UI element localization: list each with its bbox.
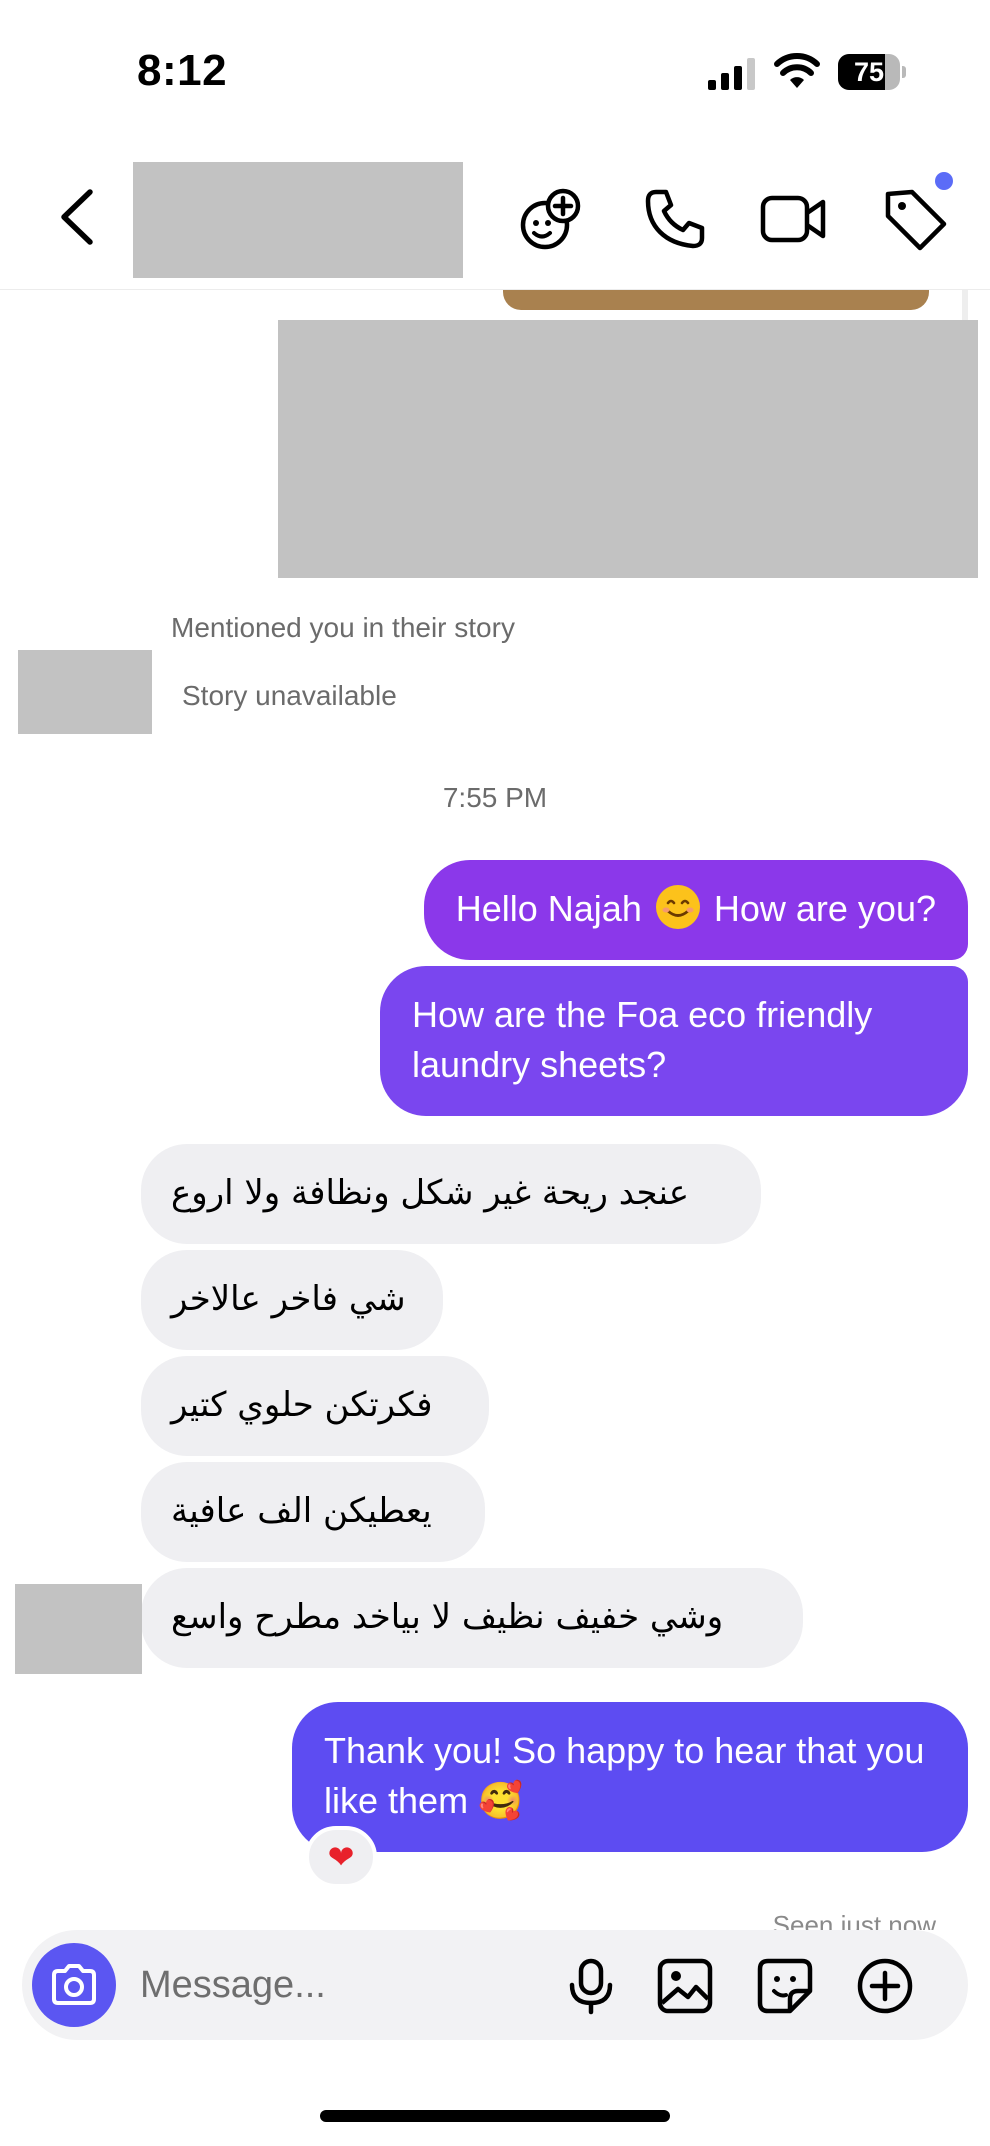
message-text: How are the Foa eco friendly laundry she… [412, 994, 873, 1085]
message-text: عنجد ريحة غير شكل ونظافة ولا اروع [171, 1173, 690, 1213]
wifi-icon [774, 53, 820, 88]
battery-body: 75 [838, 54, 900, 90]
message-text: شي فاخر عالاخر [171, 1279, 406, 1319]
outgoing-message[interactable]: Thank you! So happy to hear that you lik… [292, 1702, 968, 1852]
cellular-signal-icon [708, 58, 755, 90]
message-timestamp: 7:55 PM [442, 782, 548, 813]
camera-icon [52, 1964, 96, 2005]
message-composer [22, 1930, 968, 2040]
message-text: How are you? [713, 888, 936, 929]
video-camera-icon[interactable] [760, 186, 826, 252]
home-indicator [320, 2110, 670, 2122]
outgoing-message[interactable]: How are the Foa eco friendly laundry she… [380, 966, 968, 1116]
tag-icon[interactable] [882, 186, 948, 252]
notification-dot [935, 172, 953, 190]
sticker-icon[interactable] [756, 1957, 814, 2015]
incoming-message[interactable]: شي فاخر عالاخر [141, 1250, 443, 1350]
story-unavailable-label: Story unavailable [182, 680, 397, 711]
sender-avatar-redacted[interactable] [18, 650, 152, 734]
chat-header [0, 140, 990, 290]
chat-thread: Mentioned you in their story Story unava… [0, 290, 990, 1930]
smiling-face-with-hearts-icon: 🥰 [478, 1781, 523, 1822]
battery-indicator: 75 [838, 54, 906, 90]
incoming-message[interactable]: فكرتكن حلوي كتير [141, 1356, 489, 1456]
story-image-redacted[interactable] [278, 320, 978, 578]
status-bar: 8:12 75 [0, 0, 990, 140]
incoming-message[interactable]: عنجد ريحة غير شكل ونظافة ولا اروع [141, 1144, 761, 1244]
message-text: فكرتكن حلوي كتير [171, 1385, 433, 1425]
effects-icon[interactable] [518, 186, 584, 252]
message-input[interactable] [140, 1956, 540, 2014]
sender-avatar-redacted[interactable] [15, 1584, 142, 1674]
outgoing-message[interactable]: Hello Najah How are you? [423, 860, 968, 960]
plus-icon[interactable] [856, 1957, 914, 2015]
story-mention-caption: Mentioned you in their story [171, 612, 515, 643]
gallery-icon[interactable] [656, 1957, 714, 2015]
seen-status: Seen just now [772, 1910, 936, 1930]
battery-nub [902, 66, 906, 78]
status-time: 8:12 [137, 46, 228, 95]
message-text: Hello Najah [455, 888, 642, 929]
battery-percentage: 75 [853, 57, 885, 87]
incoming-message[interactable]: وشي خفيف نظيف لا بياخد مطرح واسع [141, 1568, 803, 1668]
incoming-message[interactable]: يعطيكن الف عافية [141, 1462, 485, 1562]
camera-button[interactable] [32, 1943, 116, 2027]
story-preview-edge [503, 290, 929, 310]
phone-icon[interactable] [642, 186, 708, 252]
chevron-left-icon[interactable] [56, 188, 100, 246]
message-text: Thank you! So happy to hear that you lik… [324, 1730, 925, 1821]
contact-name-redacted[interactable] [133, 162, 463, 278]
message-text: يعطيكن الف عافية [171, 1491, 432, 1531]
smiling-face-icon [655, 885, 700, 929]
heart-reaction[interactable]: ❤ [305, 1826, 377, 1888]
microphone-icon[interactable] [562, 1957, 620, 2015]
message-text: وشي خفيف نظيف لا بياخد مطرح واسع [171, 1597, 724, 1637]
heart-icon: ❤ [327, 1838, 355, 1876]
story-scroll-edge [962, 290, 968, 320]
